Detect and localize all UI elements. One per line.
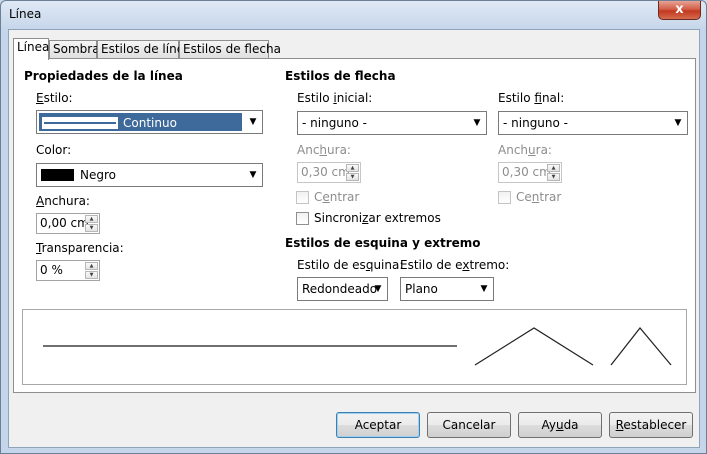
sync-ends-checkbox[interactable] [296, 212, 309, 225]
chevron-down-icon[interactable]: ▼ [669, 112, 687, 134]
close-button[interactable]: x [658, 1, 701, 20]
title-bar[interactable]: Línea x [1, 1, 706, 29]
start-style-label: Estilo inicial: [297, 91, 373, 105]
start-center-label: Centrar [314, 190, 360, 204]
preview-peak-line [610, 327, 672, 366]
dialog-window: Línea x Línea Sombra Estilos de línea Es… [0, 0, 707, 454]
line-width-value: 0,00 cm [40, 216, 89, 230]
end-center-label: Centrar [516, 190, 562, 204]
arrow-styles-heading: Estilos de flecha [285, 69, 396, 83]
spin-down-icon[interactable]: ▼ [85, 271, 98, 279]
line-color-value: Negro [80, 168, 116, 182]
start-width-label: Anchura: [297, 143, 351, 157]
style-label: Estilo: [36, 91, 73, 105]
preview-angle-line [474, 327, 594, 366]
tab-estilos-flecha[interactable]: Estilos de flecha [179, 40, 281, 59]
spin-buttons[interactable]: ▲ ▼ [85, 215, 98, 232]
tab-linea[interactable]: Línea [13, 38, 49, 60]
tab-estilos-linea[interactable]: Estilos de línea [97, 40, 191, 59]
spin-down-icon[interactable]: ▼ [346, 173, 359, 181]
line-width-stepper[interactable]: 0,00 cm ▲ ▼ [36, 213, 100, 234]
end-arrow-value: - ninguno - [503, 116, 569, 130]
help-button[interactable]: Ayuda [518, 412, 602, 438]
corner-style-select[interactable]: Redondeado ▼ [297, 277, 388, 301]
spin-up-icon[interactable]: ▲ [85, 215, 98, 223]
end-arrow-select[interactable]: - ninguno - ▼ [498, 111, 688, 135]
start-width-stepper[interactable]: 0,30 cm ▲ ▼ [297, 162, 361, 183]
chevron-down-icon[interactable]: ▼ [244, 164, 262, 186]
spin-down-icon[interactable]: ▼ [85, 224, 98, 232]
line-color-select[interactable]: Negro ▼ [36, 163, 263, 187]
start-arrow-value: - ninguno - [302, 116, 368, 130]
line-style-sample-icon [42, 117, 118, 129]
chevron-down-icon[interactable]: ▼ [475, 278, 493, 300]
cap-style-select[interactable]: Plano ▼ [400, 277, 494, 301]
window-title: Línea [9, 7, 42, 21]
spin-buttons[interactable]: ▲ ▼ [346, 164, 359, 181]
line-style-select[interactable]: Continuo ▼ [36, 110, 263, 134]
end-width-label: Anchura: [498, 143, 552, 157]
start-width-value: 0,30 cm [301, 165, 350, 179]
transparency-label: Transparencia: [36, 241, 124, 255]
end-width-stepper[interactable]: 0,30 cm ▲ ▼ [498, 162, 562, 183]
reset-button[interactable]: Restablecer [609, 412, 693, 438]
tab-sombra[interactable]: Sombra [49, 40, 100, 59]
cancel-button[interactable]: Cancelar [427, 412, 511, 438]
line-preview [22, 309, 687, 385]
chevron-down-icon[interactable]: ▼ [468, 112, 486, 134]
dialog-client: Línea Sombra Estilos de línea Estilos de… [8, 29, 700, 448]
color-swatch [41, 169, 74, 181]
spin-buttons[interactable]: ▲ ▼ [547, 164, 560, 181]
cap-style-label: Estilo de extremo: [400, 258, 510, 272]
transparency-value: 0 % [40, 263, 63, 277]
tab-panel-linea: Propiedades de la línea Estilo: Continuo… [13, 58, 696, 393]
close-icon: x [675, 2, 684, 17]
color-label: Color: [36, 143, 72, 157]
spin-up-icon[interactable]: ▲ [346, 164, 359, 172]
end-style-label: Estilo final: [498, 91, 565, 105]
start-arrow-select[interactable]: - ninguno - ▼ [297, 111, 487, 135]
spin-up-icon[interactable]: ▲ [85, 262, 98, 270]
corner-style-label: Estilo de esquina: [297, 258, 404, 272]
line-style-selected: Continuo [39, 113, 242, 131]
end-width-value: 0,30 cm [502, 165, 551, 179]
spin-up-icon[interactable]: ▲ [547, 164, 560, 172]
chevron-down-icon[interactable]: ▼ [244, 111, 262, 133]
width-label: Anchura: [36, 194, 90, 208]
spin-down-icon[interactable]: ▼ [547, 173, 560, 181]
end-center-checkbox[interactable] [498, 191, 511, 204]
corner-styles-heading: Estilos de esquina y extremo [285, 236, 481, 250]
cap-style-value: Plano [405, 282, 438, 296]
start-center-checkbox[interactable] [296, 191, 309, 204]
line-props-heading: Propiedades de la línea [24, 69, 183, 83]
corner-style-value: Redondeado [302, 282, 378, 296]
line-preview-canvas [43, 327, 672, 366]
spin-buttons[interactable]: ▲ ▼ [85, 262, 98, 279]
line-style-value: Continuo [123, 116, 177, 130]
sync-ends-label: Sincronizar extremos [314, 211, 441, 225]
transparency-stepper[interactable]: 0 % ▲ ▼ [36, 260, 100, 281]
chevron-down-icon[interactable]: ▼ [369, 278, 387, 300]
ok-button[interactable]: Aceptar [336, 412, 420, 438]
